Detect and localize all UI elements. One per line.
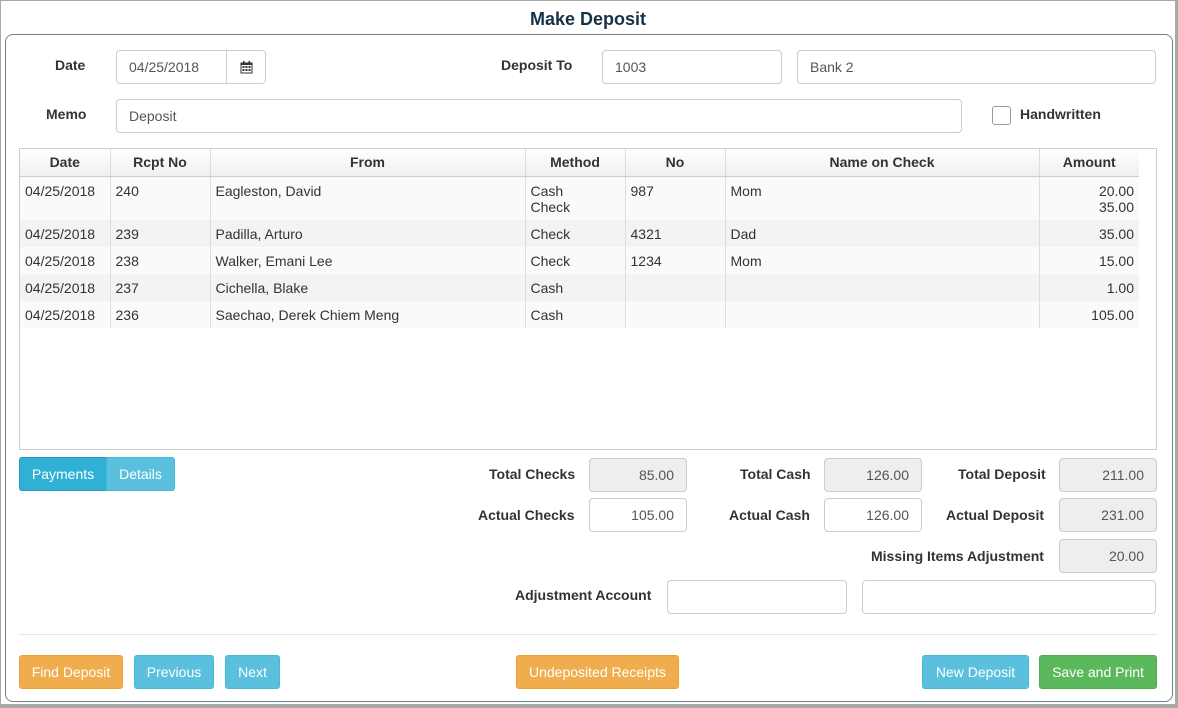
table-header-row: Date Rcpt No From Method No Name on Chec…	[20, 149, 1139, 177]
undeposited-receipts-button[interactable]: Undeposited Receipts	[516, 655, 679, 689]
cell-rcpt-no: 238	[110, 246, 211, 274]
receipts-table: Date Rcpt No From Method No Name on Chec…	[20, 149, 1139, 328]
cell-amount: 35.00	[1039, 219, 1139, 247]
calendar-button[interactable]	[226, 50, 266, 84]
column-header-method[interactable]: Method	[525, 149, 626, 177]
previous-button[interactable]: Previous	[134, 655, 214, 689]
cell-date: 04/25/2018	[20, 300, 111, 328]
cell-method: Cash Check	[525, 176, 626, 220]
cell-date: 04/25/2018	[20, 246, 111, 274]
actual-checks-label: Actual Checks	[478, 507, 575, 523]
actual-deposit-label: Actual Deposit	[946, 507, 1045, 523]
handwritten-label: Handwritten	[1020, 106, 1101, 122]
actual-checks-input[interactable]	[589, 498, 687, 532]
cell-date: 04/25/2018	[20, 273, 111, 301]
cell-date: 04/25/2018	[20, 219, 111, 247]
method-line: Cash	[530, 182, 564, 199]
cell-from: Eagleston, David	[210, 176, 526, 220]
next-button[interactable]: Next	[225, 655, 280, 689]
column-header-name-on-check[interactable]: Name on Check	[725, 149, 1040, 177]
cell-name-on-check: Mom	[725, 176, 1040, 220]
cell-no: 4321	[625, 219, 726, 247]
table-row[interactable]: 04/25/2018 237 Cichella, Blake Cash 1.00	[20, 273, 1139, 301]
cell-rcpt-no: 240	[110, 176, 211, 220]
amount-line: 35.00	[1098, 198, 1134, 215]
cell-method: Cash	[525, 273, 626, 301]
cell-name-on-check	[725, 300, 1040, 328]
date-label: Date	[55, 57, 86, 73]
cell-rcpt-no: 237	[110, 273, 211, 301]
cell-no: 987	[625, 176, 726, 220]
total-checks-label: Total Checks	[489, 466, 576, 482]
cell-rcpt-no: 236	[110, 300, 211, 328]
table-row[interactable]: 04/25/2018 238 Walker, Emani Lee Check 1…	[20, 246, 1139, 274]
actual-cash-input[interactable]	[824, 498, 922, 532]
payments-tab[interactable]: Payments	[19, 457, 107, 491]
total-deposit-label: Total Deposit	[958, 466, 1046, 482]
cell-name-on-check	[725, 273, 1040, 301]
cell-method: Cash	[525, 300, 626, 328]
cell-no	[625, 300, 726, 328]
missing-items-field	[1059, 539, 1157, 573]
table-row[interactable]: 04/25/2018 236 Saechao, Derek Chiem Meng…	[20, 300, 1139, 328]
column-header-date[interactable]: Date	[20, 149, 111, 177]
cell-method: Check	[525, 246, 626, 274]
cell-rcpt-no: 239	[110, 219, 211, 247]
save-and-print-button[interactable]: Save and Print	[1039, 655, 1157, 689]
total-cash-field	[824, 458, 922, 492]
adjustment-account-label: Adjustment Account	[515, 587, 652, 603]
details-tab[interactable]: Details	[106, 457, 175, 491]
cell-amount: 15.00	[1039, 246, 1139, 274]
cell-name-on-check: Dad	[725, 219, 1040, 247]
receipts-grid: Date Rcpt No From Method No Name on Chec…	[19, 148, 1157, 450]
column-header-from[interactable]: From	[210, 149, 526, 177]
handwritten-checkbox[interactable]	[992, 106, 1011, 125]
cell-amount: 105.00	[1039, 300, 1139, 328]
cell-no: 1234	[625, 246, 726, 274]
total-cash-label: Total Cash	[740, 466, 811, 482]
cell-date: 04/25/2018	[20, 176, 111, 220]
cell-from: Walker, Emani Lee	[210, 246, 526, 274]
column-header-rcpt-no[interactable]: Rcpt No	[110, 149, 211, 177]
cell-amount: 20.00 35.00	[1039, 176, 1139, 220]
date-input[interactable]	[116, 50, 228, 84]
column-header-amount[interactable]: Amount	[1039, 149, 1139, 177]
cell-amount: 1.00	[1039, 273, 1139, 301]
cell-from: Saechao, Derek Chiem Meng	[210, 300, 526, 328]
missing-items-label: Missing Items Adjustment	[871, 548, 1044, 564]
window-title: Make Deposit	[529, 9, 647, 29]
memo-label: Memo	[46, 106, 87, 122]
amount-line: 20.00	[1098, 182, 1134, 199]
deposit-to-number-input[interactable]	[602, 50, 782, 84]
adjustment-account-name-input[interactable]	[862, 580, 1156, 614]
table-row[interactable]: 04/25/2018 240 Eagleston, David Cash Chec…	[20, 176, 1139, 220]
memo-input[interactable]	[116, 99, 962, 133]
calendar-icon	[240, 60, 252, 73]
adjustment-account-code-input[interactable]	[667, 580, 847, 614]
cell-method: Check	[525, 219, 626, 247]
method-line: Check	[530, 198, 571, 215]
cell-name-on-check: Mom	[725, 246, 1040, 274]
cell-no	[625, 273, 726, 301]
new-deposit-button[interactable]: New Deposit	[922, 655, 1029, 689]
table-row[interactable]: 04/25/2018 239 Padilla, Arturo Check 432…	[20, 219, 1139, 247]
total-deposit-field	[1059, 458, 1157, 492]
cell-from: Padilla, Arturo	[210, 219, 526, 247]
cell-from: Cichella, Blake	[210, 273, 526, 301]
total-checks-field	[589, 458, 687, 492]
actual-deposit-field	[1059, 498, 1157, 532]
deposit-to-label: Deposit To	[501, 57, 573, 73]
actual-cash-label: Actual Cash	[729, 507, 810, 523]
column-header-no[interactable]: No	[625, 149, 726, 177]
deposit-to-name-input[interactable]	[797, 50, 1156, 84]
find-deposit-button[interactable]: Find Deposit	[19, 655, 123, 689]
footer-divider	[19, 634, 1157, 635]
